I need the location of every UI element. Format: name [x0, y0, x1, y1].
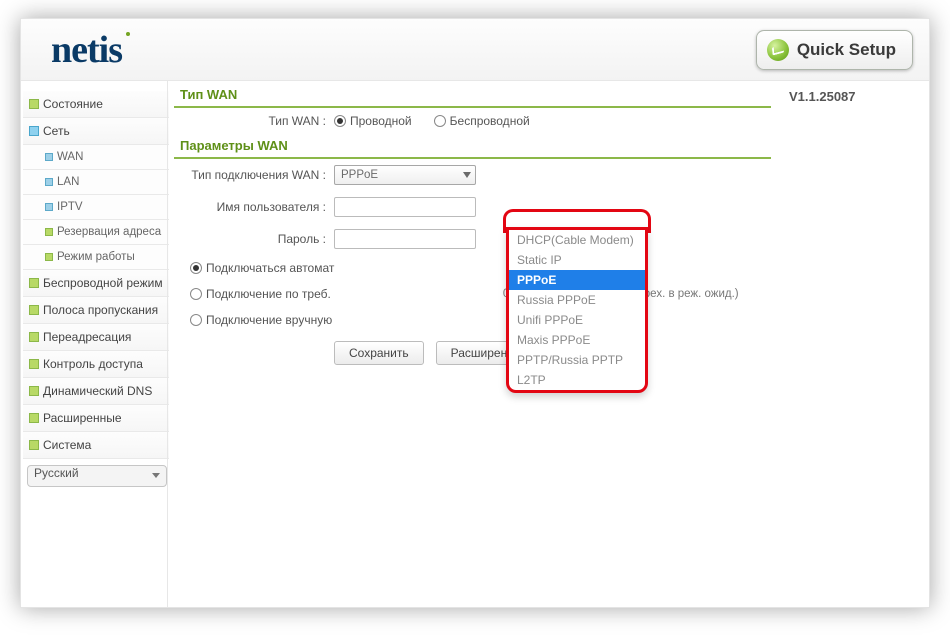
dropdown-option-label: DHCP(Cable Modem): [517, 233, 634, 247]
brand-dot-icon: [126, 32, 130, 36]
radio-label: Подключаться автомат: [206, 261, 334, 275]
dropdown-option-russia-pppoe[interactable]: Russia PPPoE: [509, 290, 645, 310]
chevron-down-icon: [152, 473, 160, 478]
dropdown-option-static-ip[interactable]: Static IP: [509, 250, 645, 270]
sidebar-item-label: WAN: [57, 151, 83, 163]
sidebar-item-label: Контроль доступа: [43, 357, 143, 371]
topbar: netis Quick Setup: [21, 19, 929, 81]
sidebar-item-ddns[interactable]: Динамический DNS: [23, 378, 169, 405]
sidebar-item-label: Сеть: [43, 124, 70, 138]
sidebar-item-label: Полоса пропускания: [43, 303, 158, 317]
quick-setup-button[interactable]: Quick Setup: [756, 30, 913, 70]
sidebar-item-label: LAN: [57, 176, 79, 188]
radio-label: Подключение вручную: [206, 313, 332, 327]
chevron-down-icon: [463, 172, 471, 178]
section-wan-params-title: Параметры WAN: [174, 134, 771, 159]
sidebar-item-label: Режим работы: [57, 251, 135, 263]
section-wan-type-title: Тип WAN: [174, 83, 771, 108]
sidebar-item-access-control[interactable]: Контроль доступа: [23, 351, 169, 378]
conn-type-label: Тип подключения WAN :: [174, 168, 334, 182]
password-input[interactable]: [334, 229, 476, 249]
dropdown-option-unifi-pppoe[interactable]: Unifi PPPoE: [509, 310, 645, 330]
mode-auto-row: Подключаться автомат: [174, 255, 771, 281]
sidebar-item-network[interactable]: Сеть: [23, 118, 169, 145]
sidebar-item-label: Беспроводной режим: [43, 276, 163, 290]
sidebar-item-label: Переадресация: [43, 330, 131, 344]
username-row: Имя пользователя :: [174, 191, 771, 223]
dropdown-option-label: PPTP/Russia PPTP: [517, 353, 623, 367]
dropdown-option-label: L2TP: [517, 373, 546, 387]
radio-icon: [190, 262, 202, 274]
dropdown-option-label: PPPoE: [517, 273, 556, 287]
wan-type-wired-radio[interactable]: Проводной: [334, 114, 412, 128]
dropdown-option-label: Russia PPPoE: [517, 293, 596, 307]
wan-type-row: Тип WAN : Проводной Беспроводной: [174, 108, 771, 134]
mode-ondemand-row: Подключение по треб. 0 означ., что устр-…: [174, 281, 771, 307]
conn-type-row: Тип подключения WAN : PPPoE: [174, 159, 771, 191]
radio-label: Проводной: [350, 114, 412, 128]
username-input[interactable]: [334, 197, 476, 217]
dropdown-option-pptp[interactable]: PPTP/Russia PPTP: [509, 350, 645, 370]
brand-logo: netis: [51, 28, 122, 72]
radio-icon: [190, 314, 202, 326]
sidebar-item-label: Состояние: [43, 97, 103, 111]
conn-type-select-value: PPPoE: [341, 169, 378, 181]
save-button[interactable]: Сохранить: [334, 341, 424, 365]
radio-icon: [334, 115, 346, 127]
sidebar-item-label: Резервация адреса: [57, 226, 161, 238]
dropdown-option-label: Static IP: [517, 253, 562, 267]
sidebar-item-label: Система: [43, 438, 91, 452]
sidebar-item-wireless[interactable]: Беспроводной режим: [23, 270, 169, 297]
buttons-row: Сохранить Расширенные: [174, 341, 771, 365]
mode-ondemand-radio[interactable]: Подключение по треб.: [190, 287, 331, 301]
sidebar-item-wan[interactable]: WAN: [23, 145, 169, 170]
mode-manual-row: Подключение вручную: [174, 307, 771, 333]
sidebar-item-lan[interactable]: LAN: [23, 170, 169, 195]
language-select[interactable]: Русский: [27, 465, 167, 487]
radio-icon: [434, 115, 446, 127]
dropdown-option-label: Maxis PPPoE: [517, 333, 590, 347]
sidebar: Состояние Сеть WAN LAN IPTV Резервация а…: [21, 81, 171, 607]
quick-setup-icon: [767, 39, 789, 61]
main-content: Тип WAN Тип WAN : Проводной Беспроводной…: [167, 81, 779, 607]
sidebar-item-iptv[interactable]: IPTV: [23, 195, 169, 220]
conn-type-dropdown-panel: DHCP(Cable Modem) Static IP PPPoE Russia…: [506, 227, 648, 393]
sidebar-item-operation-mode[interactable]: Режим работы: [23, 245, 169, 270]
radio-icon: [190, 288, 202, 300]
sidebar-item-forwarding[interactable]: Переадресация: [23, 324, 169, 351]
conn-type-select[interactable]: PPPoE: [334, 165, 476, 185]
dropdown-option-dhcp[interactable]: DHCP(Cable Modem): [509, 230, 645, 250]
dropdown-option-maxis-pppoe[interactable]: Maxis PPPoE: [509, 330, 645, 350]
radio-label: Подключение по треб.: [206, 287, 331, 301]
mode-manual-radio[interactable]: Подключение вручную: [190, 313, 332, 327]
sidebar-item-label: IPTV: [57, 201, 83, 213]
app-frame: netis Quick Setup Состояние Сеть WAN LAN…: [20, 18, 930, 608]
mode-auto-radio[interactable]: Подключаться автомат: [190, 261, 334, 275]
language-select-value: Русский: [34, 466, 79, 480]
brand-text: netis: [51, 29, 122, 71]
sidebar-item-bandwidth[interactable]: Полоса пропускания: [23, 297, 169, 324]
username-label: Имя пользователя :: [174, 200, 334, 214]
sidebar-item-advanced[interactable]: Расширенные: [23, 405, 169, 432]
button-label: Сохранить: [349, 346, 409, 360]
password-row: Пароль :: [174, 223, 771, 255]
firmware-version: V1.1.25087: [789, 89, 919, 104]
dropdown-option-l2tp[interactable]: L2TP: [509, 370, 645, 390]
wan-type-label: Тип WAN :: [174, 114, 334, 128]
sidebar-item-label: Расширенные: [43, 411, 122, 425]
right-column: V1.1.25087: [779, 81, 929, 607]
sidebar-item-system[interactable]: Система: [23, 432, 169, 459]
sidebar-item-address-reservation[interactable]: Резервация адреса: [23, 220, 169, 245]
dropdown-option-pppoe[interactable]: PPPoE: [509, 270, 645, 290]
wan-type-wireless-radio[interactable]: Беспроводной: [434, 114, 530, 128]
quick-setup-label: Quick Setup: [797, 40, 896, 60]
sidebar-item-status[interactable]: Состояние: [23, 91, 169, 118]
sidebar-item-label: Динамический DNS: [43, 384, 152, 398]
password-label: Пароль :: [174, 232, 334, 246]
radio-label: Беспроводной: [450, 114, 530, 128]
dropdown-option-label: Unifi PPPoE: [517, 313, 583, 327]
